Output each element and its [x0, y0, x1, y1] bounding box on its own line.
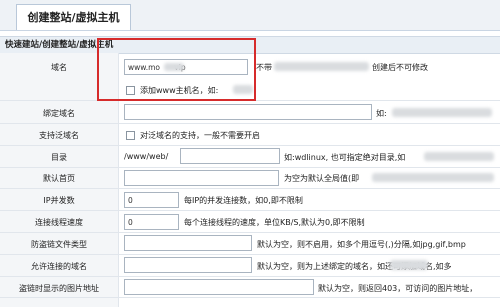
allowed-domains-input[interactable] — [124, 257, 252, 273]
conn-speed-label: 连接线程速度 — [35, 218, 83, 227]
directory-note: 如:wdlinux, 也可指定绝对目录,如 — [284, 153, 406, 162]
default-page-note: 为空为默认全局值(即 — [284, 174, 360, 183]
allowed-domains-label: 允许连接的域名 — [31, 262, 87, 271]
domain-note: 不带 — [256, 63, 272, 72]
ip-conn-note: 每IP的并发连接数，如0,即不限制 — [184, 196, 303, 205]
redacted-blur — [274, 62, 369, 71]
tab-create-site[interactable]: 创建整站/虚拟主机 — [16, 4, 131, 30]
default-page-input[interactable] — [124, 170, 279, 186]
ip-conn-label: IP并发数 — [43, 196, 75, 205]
row-divider — [0, 188, 500, 189]
redacted-blur — [424, 152, 494, 161]
directory-prefix: /www/web/ — [124, 152, 169, 161]
redacted-blur — [390, 260, 428, 270]
redacted-blur — [392, 108, 492, 117]
row-divider — [0, 167, 500, 168]
row-divider — [0, 145, 500, 146]
row-divider — [0, 123, 500, 124]
directory-input[interactable] — [180, 148, 280, 164]
default-page-label: 默认首页 — [43, 174, 75, 183]
wildcard-checkbox-label: 对泛域名的支持，一般不需要开启 — [140, 131, 260, 140]
directory-label: 目录 — [51, 153, 67, 162]
row-divider — [0, 297, 500, 298]
redacted-blur — [372, 173, 494, 182]
ip-conn-input[interactable] — [124, 192, 179, 208]
bind-domain-label: 绑定域名 — [43, 109, 75, 118]
wildcard-checkbox[interactable] — [126, 131, 135, 140]
wildcard-label: 支持泛域名 — [39, 131, 79, 140]
bind-domain-input[interactable] — [124, 104, 372, 120]
hotlink-types-note: 默认为空，则不启用，如多个用逗号(,)分隔,如jpg,gif,bmp — [257, 240, 466, 249]
row-divider — [0, 232, 500, 233]
hotlink-types-input[interactable] — [124, 235, 252, 251]
conn-speed-note: 每个连接线程的速度，单位KB/S,默认为0,即不限制 — [184, 218, 365, 227]
hotlink-types-label: 防盗链文件类型 — [31, 240, 87, 249]
domain-note-tail: 创建后不可修改 — [372, 63, 428, 72]
row-divider — [0, 210, 500, 211]
hotlink-image-note: 默认为空，则返回403，可访问的图片地址， — [318, 284, 478, 293]
row-divider — [0, 254, 500, 255]
bind-domain-note: 如: — [376, 109, 387, 118]
highlight-box — [97, 38, 256, 101]
hotlink-image-input[interactable] — [124, 279, 314, 295]
row-divider — [0, 276, 500, 277]
hotlink-image-label: 盗链时显示的图片地址 — [19, 284, 99, 293]
conn-speed-input[interactable] — [124, 214, 179, 230]
